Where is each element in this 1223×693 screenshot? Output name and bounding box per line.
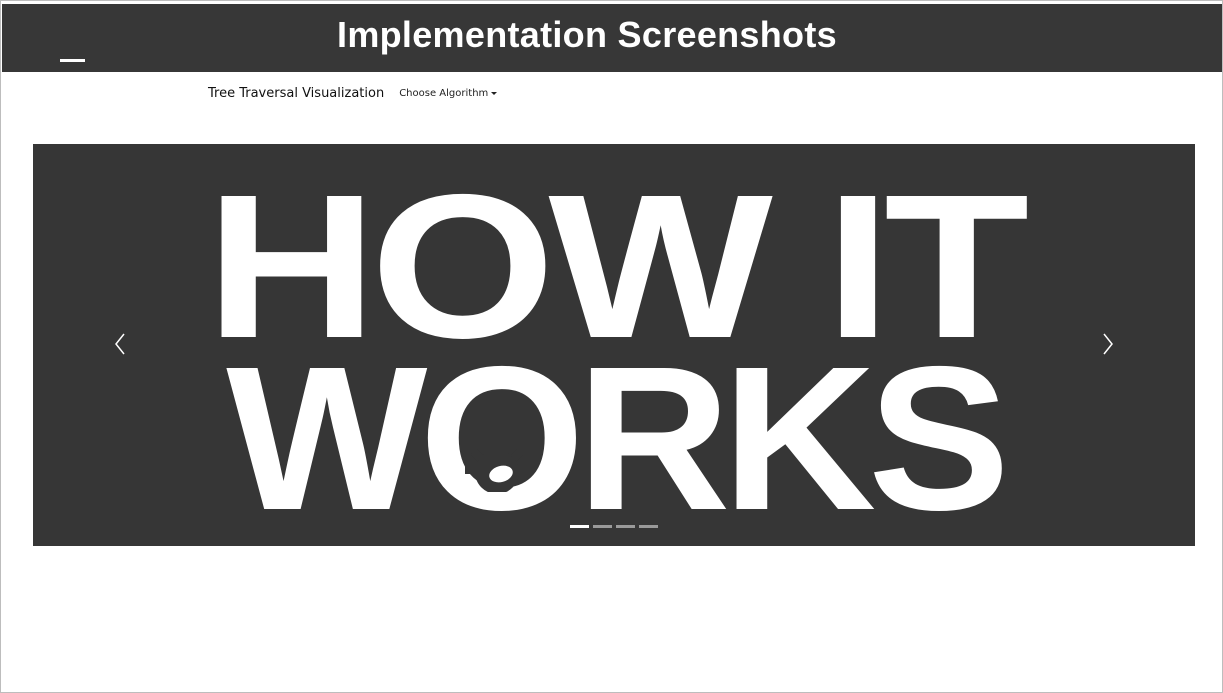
carousel-next-button[interactable] — [1098, 329, 1118, 359]
gear-icon — [465, 440, 529, 492]
carousel-indicator[interactable] — [593, 525, 612, 528]
chevron-left-icon — [115, 333, 125, 355]
navbar-brand[interactable]: Tree Traversal Visualization — [208, 86, 384, 101]
chevron-right-icon — [1103, 333, 1113, 355]
page-title: Implementation Screenshots — [337, 14, 837, 55]
slide-text-line2: WORKS — [226, 324, 1010, 546]
caret-down-icon — [491, 91, 498, 95]
header-bar: Implementation Screenshots — [2, 4, 1222, 72]
navbar: Tree Traversal Visualization Choose Algo… — [208, 83, 498, 103]
dropdown-label: Choose Algorithm — [399, 87, 489, 99]
carousel-prev-button[interactable] — [110, 329, 130, 359]
carousel-indicator[interactable] — [616, 525, 635, 528]
carousel-indicators — [570, 525, 658, 528]
choose-algorithm-dropdown[interactable]: Choose Algorithm — [399, 87, 498, 99]
page-frame: Implementation Screenshots Tree Traversa… — [0, 0, 1223, 693]
image-carousel: HOW IT WORKS — [33, 144, 1195, 546]
menu-icon[interactable] — [60, 59, 85, 62]
carousel-indicator[interactable] — [570, 525, 589, 528]
carousel-indicator[interactable] — [639, 525, 658, 528]
